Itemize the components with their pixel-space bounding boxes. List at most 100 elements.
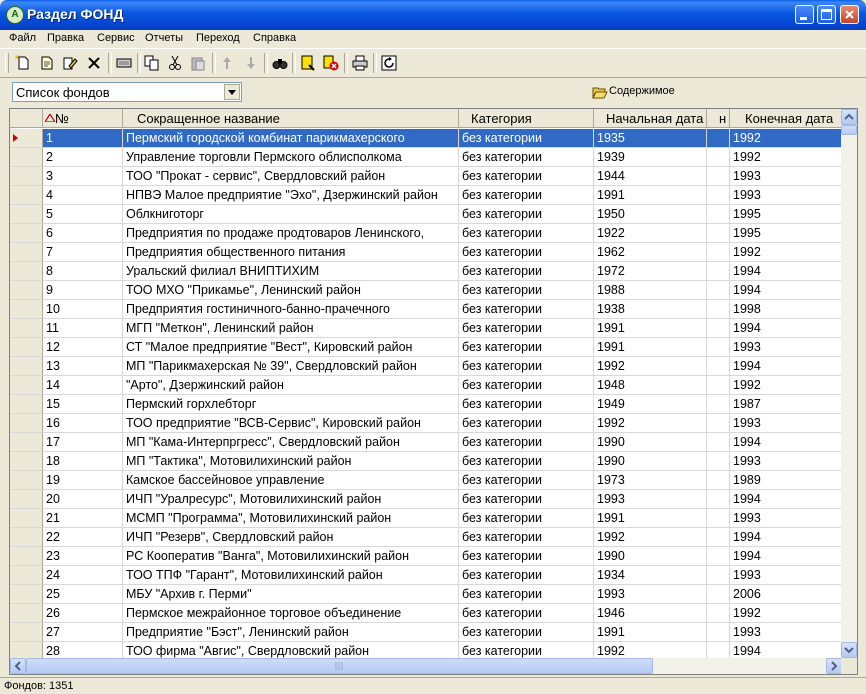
cell-name: МБУ "Архив г. Перми" [123,585,459,604]
cell-name: ИЧП "Резерв", Свердловский район [123,528,459,547]
table-row[interactable]: 6 Предприятия по продаже продтоваров Лени… [10,224,842,243]
vertical-scrollbar[interactable] [841,109,857,658]
dropdown-button[interactable] [224,84,240,100]
header-number[interactable]: № [43,109,123,128]
menu-file[interactable]: Файл [9,32,36,44]
scrollbar-corner [841,658,857,674]
cell-end-date: 1992 [730,376,842,395]
table-row[interactable]: 26 Пермское межрайонное торговое объедине… [10,604,842,623]
print-button[interactable] [349,52,371,74]
sort-ascending-icon [45,114,55,122]
maximize-button[interactable] [817,5,836,24]
cut-button[interactable] [164,52,186,74]
cell-end-date: 1992 [730,604,842,623]
table-row[interactable]: 1 Пермский городской комбинат парикмахерс… [10,129,842,148]
table-row[interactable]: 20 ИЧП "Уралресурс", Мотовилихинский райо… [10,490,842,509]
note-button[interactable] [297,52,319,74]
cell-n [707,319,730,338]
header-start-date[interactable]: Начальная дата [594,109,707,128]
menu-service[interactable]: Сервис [97,32,135,44]
delete-button[interactable] [83,52,105,74]
refresh-button[interactable] [378,52,400,74]
table-row[interactable]: 22 ИЧП "Резерв", Свердловский район без ка… [10,528,842,547]
filter-clear-button[interactable] [320,52,342,74]
row-indicator [10,509,43,528]
copy-button[interactable] [141,52,163,74]
table-row[interactable]: 16 ТОО предприятие "ВСВ-Сервис", Кировски… [10,414,842,433]
cell-category: без категории [459,566,594,585]
cell-start-date: 1993 [594,490,707,509]
table-row[interactable]: 27 Предприятие "Бэст", Ленинский район без… [10,623,842,642]
table-row[interactable]: 23 РС Кооператив "Ванга", Мотовилихинский… [10,547,842,566]
row-indicator [10,585,43,604]
header-category[interactable]: Категория [459,109,594,128]
horizontal-scroll-thumb[interactable] [26,658,653,674]
table-row[interactable]: 9 ТОО МХО "Прикамье", Ленинский район без … [10,281,842,300]
table-row[interactable]: 15 Пермский горхлебторг без категории 1949 1… [10,395,842,414]
table-row[interactable]: 4 НПВЭ Малое предприятие "Эхо", Дзержинск… [10,186,842,205]
cell-category: без категории [459,186,594,205]
cell-n [707,566,730,585]
table-row[interactable]: 17 МП "Кама-Интерпргресс", Свердловский р… [10,433,842,452]
table-row[interactable]: 5 Облкниготорг без категории 1950 1995 [10,205,842,224]
table-row[interactable]: 12 СТ "Малое предприятие "Вест", Кировски… [10,338,842,357]
cell-category: без категории [459,452,594,471]
menu-edit[interactable]: Правка [47,32,84,44]
cell-category: без категории [459,471,594,490]
header-end-date[interactable]: Конечная дата [730,109,842,128]
cell-number: 23 [43,547,123,566]
close-button[interactable] [840,5,859,24]
cell-start-date: 1934 [594,566,707,585]
cell-category: без категории [459,300,594,319]
maximize-icon [821,9,832,20]
header-n[interactable]: н [707,109,730,128]
menu-navigate[interactable]: Переход [196,32,240,44]
scroll-up-button[interactable] [841,109,857,125]
row-indicator [10,224,43,243]
cell-end-date: 1994 [730,528,842,547]
table-row[interactable]: 2 Управление торговли Пермского облисполк… [10,148,842,167]
properties-button[interactable] [59,52,81,74]
table-row[interactable]: 19 Камское бассейновое управление без кате… [10,471,842,490]
table-row[interactable]: 10 Предприятия гостиничного-банно-прачечн… [10,300,842,319]
cell-category: без категории [459,604,594,623]
table-row[interactable]: 7 Предприятия общественного питания без ка… [10,243,842,262]
table-row[interactable]: 21 МСМП "Программа", Мотовилихинский райо… [10,509,842,528]
fund-list-select[interactable]: Список фондов [12,82,242,102]
toolbar-grip[interactable] [5,53,9,73]
cell-start-date: 1990 [594,433,707,452]
table-row[interactable]: 13 МП "Парикмахерская № 39", Свердловский… [10,357,842,376]
table-row[interactable]: 11 МГП "Меткон", Ленинский район без катег… [10,319,842,338]
cell-start-date: 1991 [594,623,707,642]
table-row[interactable]: 8 Уральский филиал ВНИПТИХИМ без категории… [10,262,842,281]
edit-button[interactable] [36,52,58,74]
table-row[interactable]: 3 ТОО "Прокат - сервис", Свердловский рай… [10,167,842,186]
move-up-icon [223,57,231,69]
cell-name: МГП "Меткон", Ленинский район [123,319,459,338]
cell-number: 6 [43,224,123,243]
horizontal-scrollbar[interactable] [10,658,842,674]
table-row[interactable]: 24 ТОО ТПФ "Гарант", Мотовилихинский райо… [10,566,842,585]
vertical-scroll-thumb[interactable] [841,125,857,135]
cell-category: без категории [459,167,594,186]
table-row[interactable]: 18 МП "Тактика", Мотовилихинский район без… [10,452,842,471]
header-name[interactable]: Сокращенное название [123,109,459,128]
title-bar[interactable]: A Раздел ФОНД [0,0,866,30]
cell-name: Пермский городской комбинат парикмахерск… [123,129,459,148]
table-row[interactable]: 25 МБУ "Архив г. Перми" без категории 1993 2… [10,585,842,604]
minimize-button[interactable] [795,5,814,24]
scroll-left-button[interactable] [10,658,26,674]
find-button[interactable] [269,52,291,74]
fund-count: Фондов: 1351 [4,680,74,692]
move-down-icon [247,57,255,69]
new-icon [15,55,29,70]
keyboard-button[interactable] [113,52,135,74]
scroll-down-button[interactable] [841,642,857,658]
scroll-right-button[interactable] [826,658,842,674]
menu-help[interactable]: Справка [253,32,296,44]
table-row[interactable]: 14 "Арто", Дзержинский район без категории… [10,376,842,395]
menu-reports[interactable]: Отчеты [145,32,183,44]
table-row[interactable]: 28 ТОО фирма "Авгис", Свердловский район б… [10,642,842,658]
cell-name: ТОО "Прокат - сервис", Свердловский райо… [123,167,459,186]
new-button[interactable] [12,52,34,74]
